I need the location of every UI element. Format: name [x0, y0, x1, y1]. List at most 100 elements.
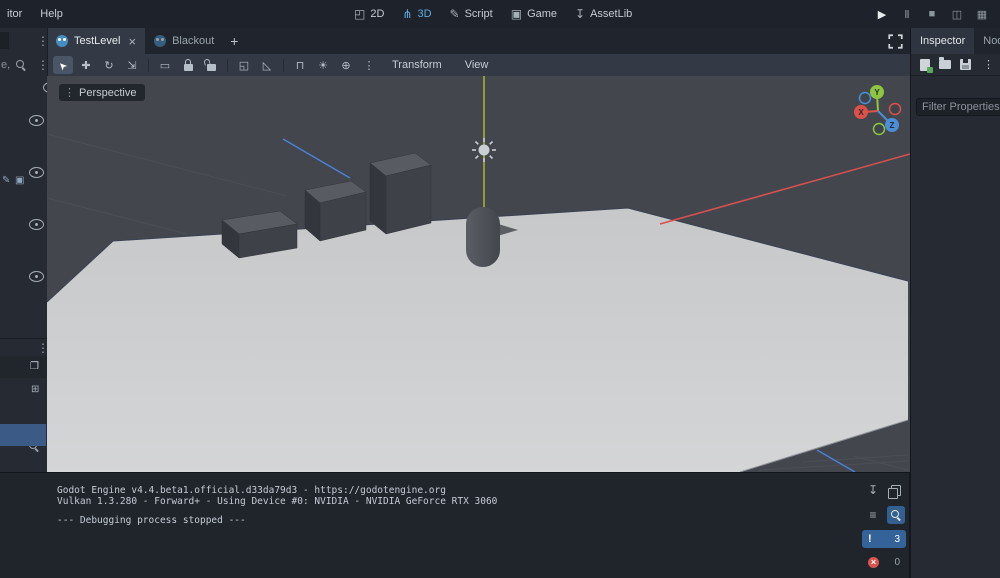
- dock-edge-button[interactable]: [0, 32, 9, 49]
- axis-y-negative-handle[interactable]: [872, 122, 886, 136]
- box-select-button[interactable]: ▭: [155, 56, 175, 74]
- close-tab-icon[interactable]: ×: [128, 34, 136, 49]
- 3d-viewport[interactable]: ⋮ Perspective Y X Z: [46, 76, 911, 473]
- scene-filter-search-icon[interactable]: [16, 60, 27, 71]
- mode-3d-button[interactable]: ⋔ 3D: [394, 4, 439, 24]
- preview-sun-button[interactable]: ☀: [313, 56, 333, 74]
- scene-filter-options-icon[interactable]: ⋮: [37, 58, 49, 72]
- warning-count-badge[interactable]: ! 3: [862, 530, 906, 548]
- tool-badge-icon[interactable]: ▣: [15, 175, 24, 186]
- visibility-eye-icon[interactable]: [29, 167, 44, 178]
- box-mesh-tall[interactable]: [369, 152, 432, 235]
- lock-button[interactable]: [178, 56, 198, 74]
- scale-tool-button[interactable]: ⇲: [122, 56, 142, 74]
- scene-tab-testlevel[interactable]: TestLevel ×: [47, 28, 146, 54]
- view-axes-gizmo[interactable]: Y X Z: [854, 85, 902, 136]
- load-resource-icon[interactable]: [939, 57, 951, 69]
- scene-dock-options-icon[interactable]: ⋮: [37, 34, 49, 48]
- ruler-button[interactable]: ◺: [257, 56, 277, 74]
- play-button[interactable]: ▶: [874, 8, 890, 21]
- inspector-options-icon[interactable]: ⋮: [983, 58, 1000, 71]
- expand-viewport-icon[interactable]: [888, 34, 903, 49]
- mode-assetlib-button[interactable]: ↧ AssetLib: [567, 4, 640, 24]
- panel-toggle-icon[interactable]: ❐: [30, 361, 39, 372]
- preview-environment-button[interactable]: ⊕: [336, 56, 356, 74]
- axis-z-negative-handle[interactable]: [858, 91, 872, 105]
- perspective-dots-icon: ⋮: [64, 87, 75, 99]
- visibility-eye-icon[interactable]: [29, 115, 44, 126]
- snap-toggle-button[interactable]: ⊓: [290, 56, 310, 74]
- movie-maker-button[interactable]: ▦: [974, 8, 990, 21]
- search-icon: [890, 509, 902, 521]
- filter-log-button[interactable]: ≡: [864, 506, 882, 524]
- filesystem-selected-item[interactable]: [0, 424, 46, 446]
- perspective-label: Perspective: [79, 86, 137, 99]
- console-line: --- Debugging process stopped ---: [57, 515, 246, 526]
- game-mode-icon: ▣: [510, 7, 523, 21]
- scale-tool-icon: ⇲: [127, 59, 137, 72]
- toolbar-separator: [227, 58, 228, 72]
- copy-log-button[interactable]: [887, 481, 905, 499]
- mode-script-button[interactable]: ✎ Script: [442, 4, 501, 24]
- box-mesh-medium[interactable]: [304, 180, 367, 242]
- play-current-scene-button[interactable]: ◫: [949, 8, 965, 21]
- transform-menu[interactable]: Transform: [382, 59, 452, 71]
- extra-options-button[interactable]: ⋮: [359, 56, 379, 74]
- axis-x-label: X: [858, 108, 864, 117]
- add-scene-tab-button[interactable]: +: [223, 28, 245, 54]
- select-tool-button[interactable]: ➤: [53, 56, 73, 74]
- tab-node[interactable]: Node: [974, 28, 1000, 54]
- visibility-eye-icon[interactable]: [29, 219, 44, 230]
- stop-button[interactable]: ■: [924, 8, 940, 20]
- dock-divider: [0, 338, 47, 339]
- group-icon: ◱: [238, 59, 250, 72]
- download-icon: ↧: [867, 483, 879, 497]
- new-resource-icon[interactable]: [920, 58, 933, 73]
- move-tool-button[interactable]: ✚: [76, 56, 96, 74]
- search-log-button[interactable]: [887, 506, 905, 524]
- mode-2d-button[interactable]: ◰ 2D: [346, 4, 392, 24]
- script-badge-icon[interactable]: ✎: [2, 175, 10, 186]
- left-dock: ⋮ e, ⋮ ✎ ▣ ⋮ ❐ ⊞: [0, 28, 63, 472]
- editor-mode-switch: ◰ 2D ⋔ 3D ✎ Script ▣ Game ↧ AssetLib: [346, 0, 640, 28]
- filter-lines-icon: ≡: [869, 508, 877, 522]
- toolbar-separator: [283, 58, 284, 72]
- directional-light-gizmo[interactable]: [472, 138, 496, 162]
- save-resource-icon[interactable]: [960, 59, 971, 70]
- lock-icon: [183, 59, 193, 71]
- dock-tab-bar: Inspector Node: [910, 28, 1000, 54]
- save-log-button[interactable]: ↧: [864, 481, 882, 499]
- view-menu[interactable]: View: [455, 59, 499, 71]
- group-button[interactable]: ◱: [234, 56, 254, 74]
- filesystem-subheader: ❐: [0, 356, 47, 378]
- x-axis-line: [659, 153, 911, 225]
- mode-game-button[interactable]: ▣ Game: [503, 4, 565, 24]
- axis-x-negative-handle[interactable]: [888, 102, 902, 116]
- script-mode-label: Script: [464, 8, 493, 20]
- filter-properties-input[interactable]: [916, 98, 1000, 116]
- assetlib-mode-icon: ↧: [575, 7, 586, 21]
- main-menu-bar: itor Help ◰ 2D ⋔ 3D ✎ Script ▣ Game ↧ As…: [0, 0, 1000, 29]
- scene-tab-blackout[interactable]: Blackout: [145, 28, 223, 54]
- rotate-tool-button[interactable]: ↻: [99, 56, 119, 74]
- console-line: Godot Engine v4.4.beta1.official.d33da79…: [57, 485, 446, 496]
- viewport-canvas[interactable]: Y X Z: [46, 76, 911, 473]
- godot-editor-window: itor Help ◰ 2D ⋔ 3D ✎ Script ▣ Game ↧ As…: [0, 0, 1000, 578]
- game-mode-label: Game: [527, 8, 558, 20]
- tab-inspector[interactable]: Inspector: [911, 28, 975, 54]
- unlock-icon: [206, 64, 216, 71]
- output-console: Godot Engine v4.4.beta1.official.d33da79…: [0, 472, 910, 578]
- visibility-eye-icon[interactable]: [29, 271, 44, 282]
- warning-icon: !: [868, 533, 872, 545]
- inspector-toolbar: ⋮: [910, 54, 1000, 76]
- unlock-button[interactable]: [201, 56, 221, 74]
- filesystem-layout-icon[interactable]: ⊞: [31, 384, 39, 395]
- menu-help[interactable]: Help: [31, 6, 72, 22]
- select-tool-icon: ➤: [56, 58, 70, 72]
- perspective-menu-button[interactable]: ⋮ Perspective: [59, 84, 146, 101]
- error-count-badge[interactable]: × 0: [862, 553, 906, 571]
- scene-tab-label: Blackout: [172, 35, 215, 47]
- extra-options-dots-icon: ⋮: [363, 59, 375, 72]
- pause-button[interactable]: Ⅱ: [899, 8, 915, 21]
- menu-editor[interactable]: itor: [0, 6, 31, 22]
